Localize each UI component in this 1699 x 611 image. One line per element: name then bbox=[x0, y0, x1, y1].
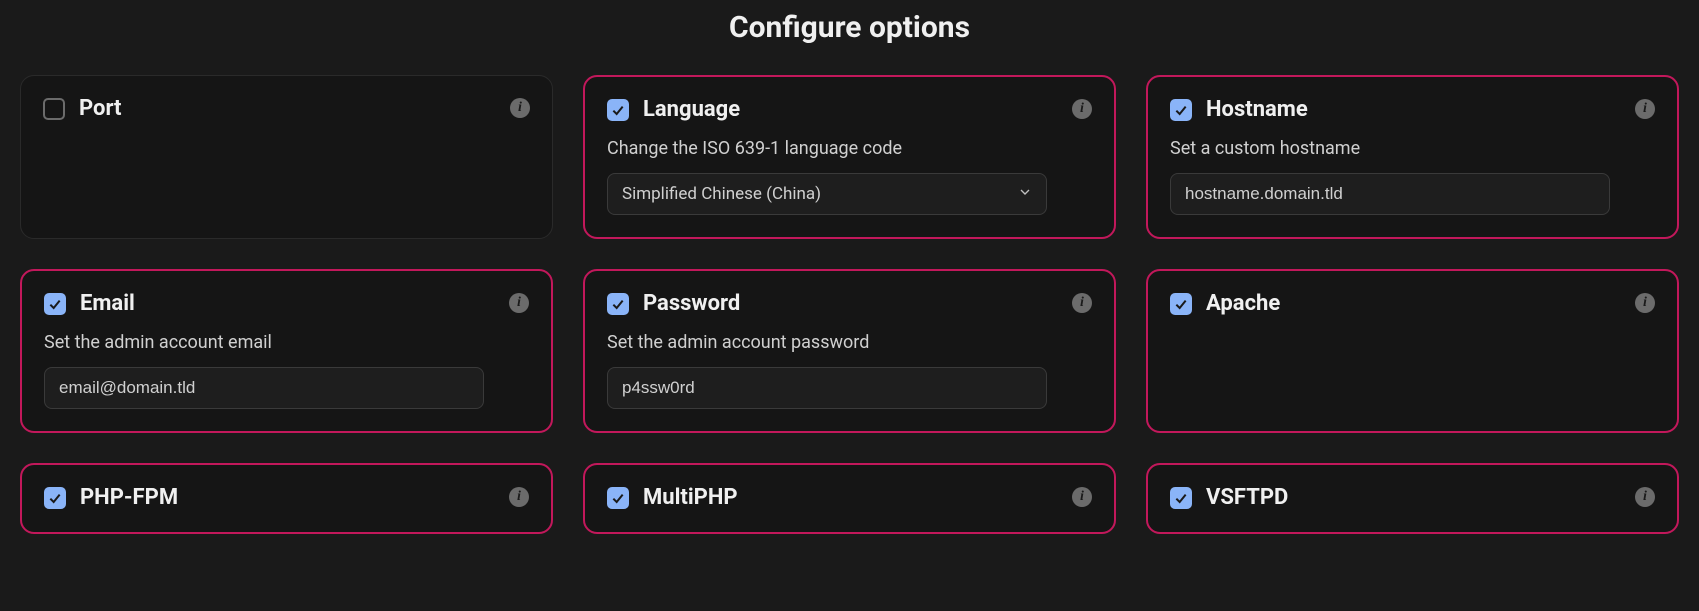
card-hostname[interactable]: Hostname i Set a custom hostname bbox=[1146, 75, 1679, 239]
card-phpfpm[interactable]: PHP-FPM i bbox=[20, 463, 553, 534]
checkbox-hostname[interactable] bbox=[1170, 99, 1192, 121]
page-title: Configure options bbox=[20, 10, 1679, 45]
card-email[interactable]: Email i Set the admin account email bbox=[20, 269, 553, 433]
card-hostname-title: Hostname bbox=[1206, 97, 1308, 122]
card-port[interactable]: Port i bbox=[20, 75, 553, 239]
card-apache[interactable]: Apache i bbox=[1146, 269, 1679, 433]
card-email-desc: Set the admin account email bbox=[44, 332, 529, 353]
card-email-title: Email bbox=[80, 291, 135, 316]
card-vsftpd[interactable]: VSFTPD i bbox=[1146, 463, 1679, 534]
card-apache-title: Apache bbox=[1206, 291, 1280, 316]
checkbox-multiphp[interactable] bbox=[607, 487, 629, 509]
card-language-title: Language bbox=[643, 97, 740, 122]
info-icon[interactable]: i bbox=[1635, 487, 1655, 507]
card-hostname-desc: Set a custom hostname bbox=[1170, 138, 1655, 159]
info-icon[interactable]: i bbox=[509, 293, 529, 313]
card-language[interactable]: Language i Change the ISO 639-1 language… bbox=[583, 75, 1116, 239]
password-input[interactable] bbox=[607, 367, 1047, 409]
language-select[interactable]: Simplified Chinese (China) bbox=[607, 173, 1047, 215]
info-icon[interactable]: i bbox=[1072, 99, 1092, 119]
checkbox-email[interactable] bbox=[44, 293, 66, 315]
info-icon[interactable]: i bbox=[509, 487, 529, 507]
hostname-input[interactable] bbox=[1170, 173, 1610, 215]
card-password-desc: Set the admin account password bbox=[607, 332, 1092, 353]
card-port-title: Port bbox=[79, 96, 122, 121]
info-icon[interactable]: i bbox=[1072, 487, 1092, 507]
checkbox-phpfpm[interactable] bbox=[44, 487, 66, 509]
card-phpfpm-title: PHP-FPM bbox=[80, 485, 178, 510]
card-multiphp[interactable]: MultiPHP i bbox=[583, 463, 1116, 534]
checkbox-vsftpd[interactable] bbox=[1170, 487, 1192, 509]
info-icon[interactable]: i bbox=[510, 98, 530, 118]
info-icon[interactable]: i bbox=[1635, 99, 1655, 119]
info-icon[interactable]: i bbox=[1072, 293, 1092, 313]
info-icon[interactable]: i bbox=[1635, 293, 1655, 313]
email-input[interactable] bbox=[44, 367, 484, 409]
card-password-title: Password bbox=[643, 291, 740, 316]
card-vsftpd-title: VSFTPD bbox=[1206, 485, 1288, 510]
checkbox-language[interactable] bbox=[607, 99, 629, 121]
card-password[interactable]: Password i Set the admin account passwor… bbox=[583, 269, 1116, 433]
checkbox-apache[interactable] bbox=[1170, 293, 1192, 315]
card-multiphp-title: MultiPHP bbox=[643, 485, 738, 510]
checkbox-port[interactable] bbox=[43, 98, 65, 120]
checkbox-password[interactable] bbox=[607, 293, 629, 315]
card-language-desc: Change the ISO 639-1 language code bbox=[607, 138, 1092, 159]
